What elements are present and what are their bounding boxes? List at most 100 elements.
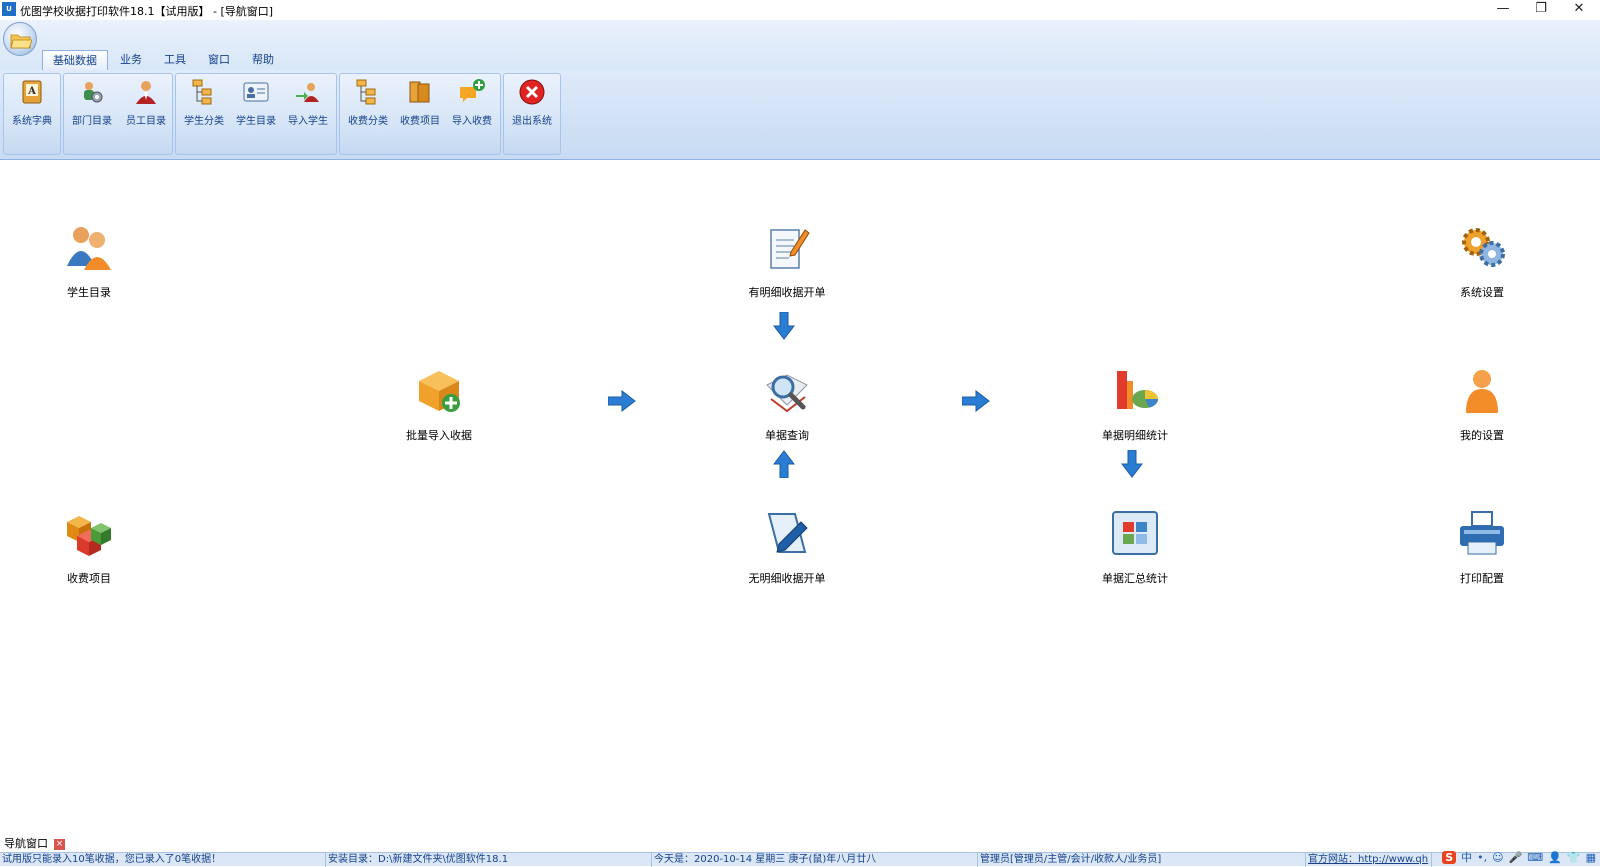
nav-fee-item-label: 收费项目 bbox=[67, 572, 111, 585]
chart-stats-icon bbox=[1117, 371, 1159, 409]
ribbon-group-dictionary: A 系统字典 bbox=[3, 73, 61, 155]
status-trial-notice: 试用版只能录入10笔收据，您已录入了0笔收据！ bbox=[0, 853, 326, 867]
nav-receipt-detail-stats[interactable]: 单据明细统计 bbox=[1070, 365, 1200, 443]
title-bar: U 优图学校收据打印软件18.1【试用版】 - [导航窗口] — ❐ ✕ bbox=[0, 0, 1600, 20]
nav-detailed-receipt[interactable]: 有明细收据开单 bbox=[722, 222, 852, 300]
box-add-icon bbox=[419, 371, 460, 412]
document-tab[interactable]: 导航窗口 × bbox=[0, 836, 69, 852]
keyboard-icon[interactable]: ⌨ bbox=[1527, 851, 1543, 864]
nav-my-settings-label: 我的设置 bbox=[1460, 429, 1504, 442]
ribbon-group-students: 学生分类 学生目录 导入学生 bbox=[175, 73, 337, 155]
import-student-label: 导入学生 bbox=[288, 116, 328, 127]
department-list-label: 部门目录 bbox=[72, 116, 112, 127]
skin-icon[interactable]: 👕 bbox=[1567, 851, 1581, 864]
tab-business[interactable]: 业务 bbox=[110, 50, 152, 70]
document-pen-icon bbox=[767, 513, 808, 553]
application-menu-button[interactable] bbox=[3, 22, 37, 56]
category-tree-icon bbox=[192, 79, 212, 105]
fee-item-label: 收费项目 bbox=[400, 116, 440, 127]
nav-print-config[interactable]: 打印配置 bbox=[1417, 508, 1547, 586]
magnifier-document-icon bbox=[766, 374, 808, 413]
ribbon-group-org: 部门目录 员工目录 bbox=[63, 73, 173, 155]
ime-punct-icon[interactable]: •, bbox=[1477, 851, 1487, 864]
nav-system-settings[interactable]: 系统设置 bbox=[1417, 222, 1547, 300]
student-list-button[interactable]: 学生目录 bbox=[230, 78, 282, 130]
student-category-label: 学生分类 bbox=[184, 116, 224, 127]
arrow-down-icon bbox=[1121, 450, 1143, 478]
staff-list-label: 员工目录 bbox=[126, 116, 166, 127]
staff-person-icon bbox=[136, 81, 156, 104]
emoji-icon[interactable]: ☺ bbox=[1492, 851, 1503, 864]
minimize-button[interactable]: — bbox=[1484, 0, 1522, 20]
cubes-icon bbox=[67, 516, 111, 556]
import-fee-button[interactable]: 导入收费 bbox=[446, 78, 498, 130]
microphone-icon[interactable]: 🎤 bbox=[1509, 851, 1523, 864]
nav-receipt-summary-stats[interactable]: 单据汇总统计 bbox=[1070, 508, 1200, 586]
status-website-link[interactable]: 官方网站：http://www.qh bbox=[1306, 853, 1432, 867]
restore-button[interactable]: ❐ bbox=[1522, 0, 1560, 20]
ribbon-body: A 系统字典 部门目录 员工目录 学生分类 学生目录 导入学生 收费分类 收费项… bbox=[0, 70, 1600, 160]
status-user: 管理员[管理员/主管/会计/收款人/业务员] bbox=[978, 853, 1306, 867]
dictionary-book-icon: A bbox=[22, 80, 42, 104]
nav-receipt-summary-stats-label: 单据汇总统计 bbox=[1102, 572, 1168, 585]
department-people-icon bbox=[84, 82, 103, 103]
import-fee-label: 导入收费 bbox=[452, 116, 492, 127]
department-list-button[interactable]: 部门目录 bbox=[66, 78, 118, 130]
summary-grid-icon bbox=[1112, 511, 1158, 555]
nav-student-list[interactable]: 学生目录 bbox=[24, 222, 154, 300]
books-icon bbox=[409, 81, 430, 103]
status-bar: 试用版只能录入10笔收据，您已录入了0笔收据！ 安装目录：D:\新建文件夹\优图… bbox=[0, 852, 1600, 867]
window-title: 优图学校收据打印软件18.1【试用版】 - [导航窗口] bbox=[20, 5, 274, 18]
app-logo-icon: U bbox=[2, 2, 16, 16]
exit-system-label: 退出系统 bbox=[512, 116, 552, 127]
tab-window[interactable]: 窗口 bbox=[198, 50, 240, 70]
ime-tray: S 中 •, ☺ 🎤 ⌨ 👤 👕 ▦ bbox=[1442, 848, 1596, 866]
svg-text:A: A bbox=[27, 86, 36, 97]
nav-fee-item[interactable]: 收费项目 bbox=[24, 508, 154, 586]
document-tab-label: 导航窗口 bbox=[4, 837, 48, 850]
arrow-down-icon bbox=[773, 312, 795, 340]
message-add-icon bbox=[460, 79, 485, 102]
nav-receipt-query-label: 单据查询 bbox=[765, 429, 809, 442]
import-student-button[interactable]: 导入学生 bbox=[282, 78, 334, 130]
fee-category-button[interactable]: 收费分类 bbox=[342, 78, 394, 130]
nav-system-settings-label: 系统设置 bbox=[1460, 286, 1504, 299]
system-dictionary-button[interactable]: A 系统字典 bbox=[6, 78, 58, 130]
fee-category-label: 收费分类 bbox=[348, 116, 388, 127]
students-icon bbox=[67, 227, 111, 270]
user-icon[interactable]: 👤 bbox=[1548, 851, 1562, 864]
staff-list-button[interactable]: 员工目录 bbox=[120, 78, 172, 130]
nav-batch-import[interactable]: 批量导入收据 bbox=[374, 365, 504, 443]
nav-student-list-label: 学生目录 bbox=[67, 286, 111, 299]
ribbon-group-exit: 退出系统 bbox=[503, 73, 561, 155]
nav-receipt-detail-stats-label: 单据明细统计 bbox=[1102, 429, 1168, 442]
nav-my-settings[interactable]: 我的设置 bbox=[1417, 365, 1547, 443]
ime-lang-icon[interactable]: 中 bbox=[1461, 849, 1472, 865]
nav-no-detail-receipt[interactable]: 无明细收据开单 bbox=[722, 508, 852, 586]
nav-batch-import-label: 批量导入收据 bbox=[406, 429, 472, 442]
id-card-icon bbox=[243, 82, 269, 102]
nav-detailed-receipt-label: 有明细收据开单 bbox=[748, 286, 826, 299]
close-tab-icon[interactable]: × bbox=[54, 838, 65, 850]
arrow-right-icon bbox=[962, 390, 990, 412]
tab-help[interactable]: 帮助 bbox=[242, 50, 284, 70]
sogou-ime-icon[interactable]: S bbox=[1442, 850, 1457, 864]
tab-basic-data[interactable]: 基础数据 bbox=[42, 50, 108, 70]
system-dictionary-label: 系统字典 bbox=[12, 116, 52, 127]
tab-tools[interactable]: 工具 bbox=[154, 50, 196, 70]
close-button[interactable]: ✕ bbox=[1560, 0, 1598, 20]
nav-no-detail-receipt-label: 无明细收据开单 bbox=[748, 572, 826, 585]
nav-receipt-query[interactable]: 单据查询 bbox=[722, 365, 852, 443]
exit-system-button[interactable]: 退出系统 bbox=[506, 78, 558, 130]
document-edit-icon bbox=[770, 229, 810, 269]
student-list-label: 学生目录 bbox=[236, 116, 276, 127]
status-install-dir: 安装目录：D:\新建文件夹\优图软件18.1 bbox=[326, 853, 652, 867]
exit-x-icon bbox=[519, 79, 545, 105]
nav-print-config-label: 打印配置 bbox=[1460, 572, 1504, 585]
status-today: 今天是：2020-10-14 星期三 庚子(鼠)年八月廿八 bbox=[652, 853, 978, 867]
student-category-button[interactable]: 学生分类 bbox=[178, 78, 230, 130]
printer-icon bbox=[1460, 511, 1504, 555]
import-person-icon bbox=[296, 83, 319, 102]
toolbox-icon[interactable]: ▦ bbox=[1586, 851, 1596, 864]
fee-item-button[interactable]: 收费项目 bbox=[394, 78, 446, 130]
